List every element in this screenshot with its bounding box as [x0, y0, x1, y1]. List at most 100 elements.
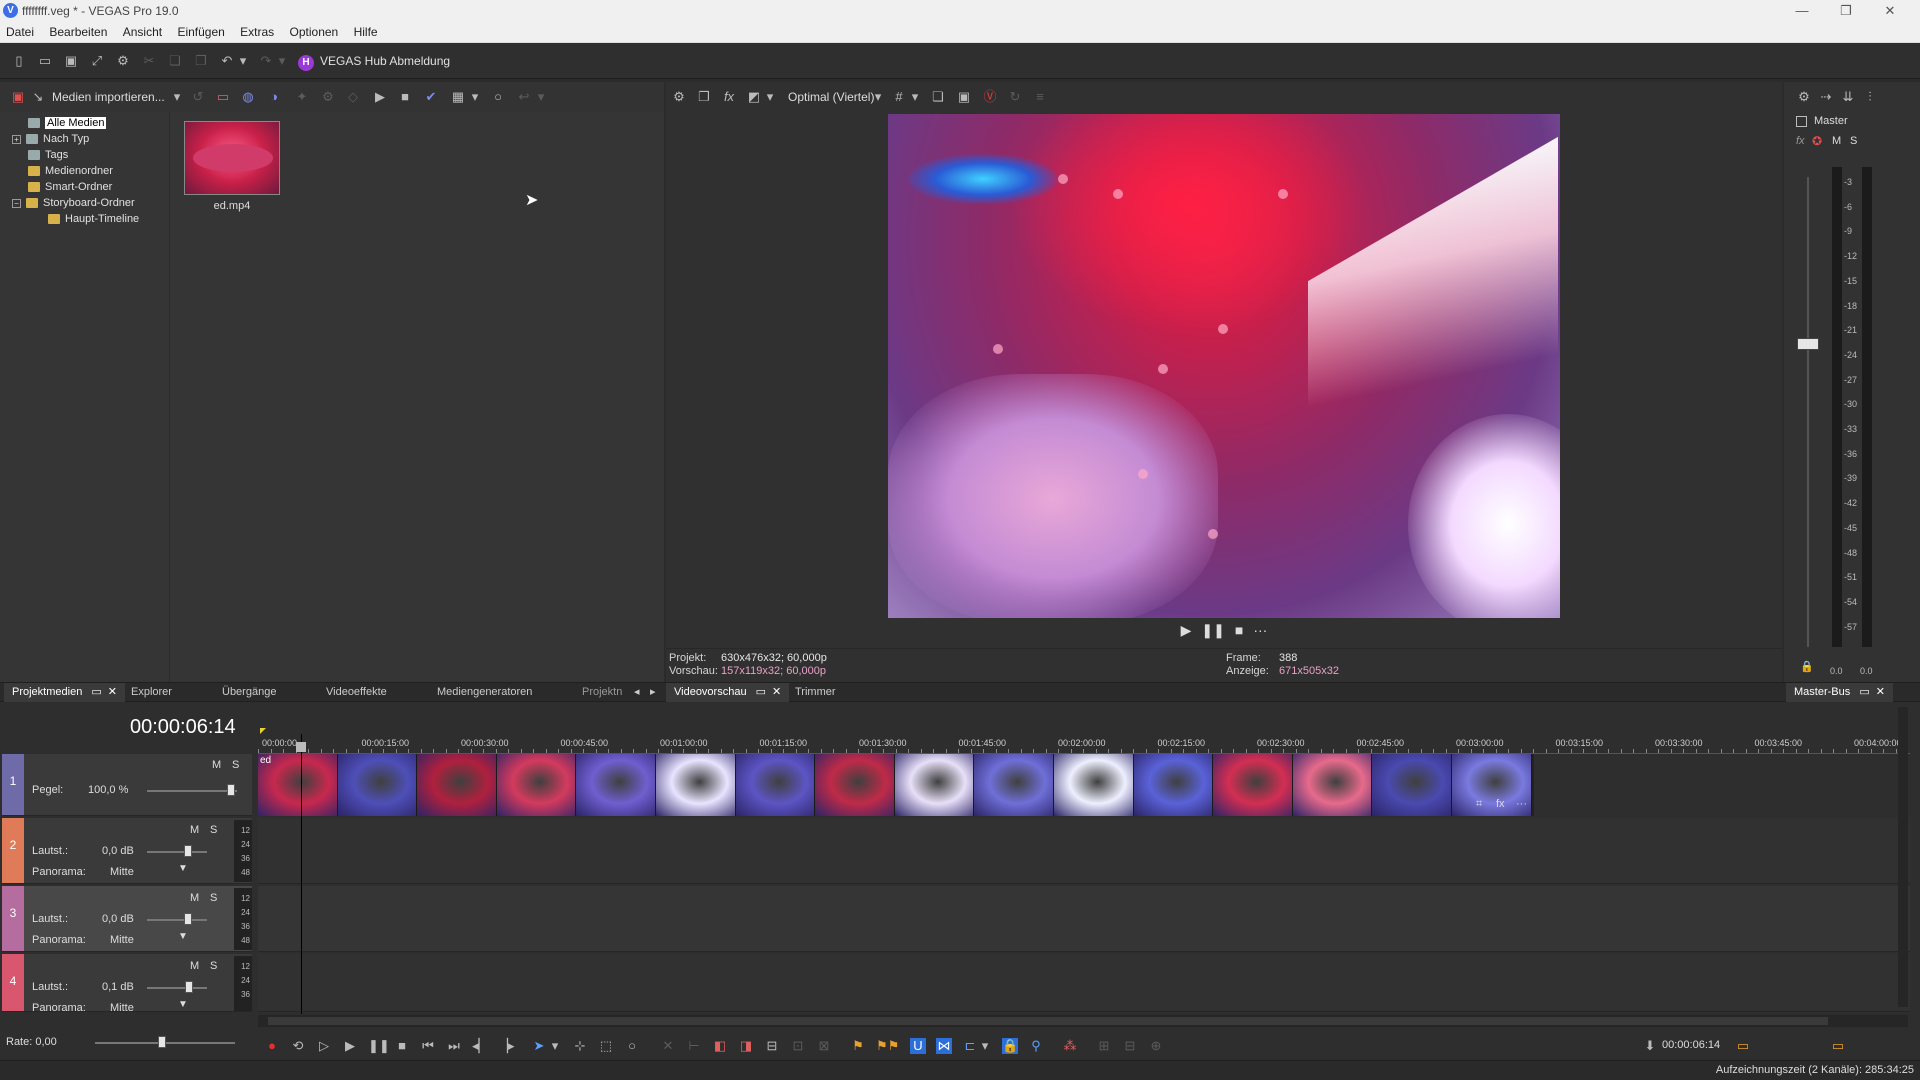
normal-edit-tool-icon[interactable]: ➤ [531, 1038, 547, 1054]
preview-more-icon[interactable]: ··· [1253, 622, 1267, 638]
new-file-icon[interactable]: ▯ [11, 53, 27, 69]
track-mute-button[interactable]: M [190, 892, 199, 904]
media-properties-icon[interactable]: ⚙ [320, 89, 336, 105]
track-header-video[interactable]: 1 M S Pegel: 100,0 % [2, 754, 252, 816]
overlays-dropdown-icon[interactable]: ▾ [910, 89, 920, 105]
preview-pause-icon[interactable]: ❚❚ [1201, 622, 1224, 639]
import-media-button[interactable]: Medien importieren... [52, 90, 165, 104]
go-to-end-icon[interactable]: ⏭ [446, 1038, 462, 1054]
tab-close-icon[interactable]: ✕ [108, 686, 117, 698]
tab-scroll-left-icon[interactable]: ◂ [634, 683, 640, 702]
trim-icon[interactable]: ⊢ [686, 1038, 702, 1054]
vertical-scrollbar[interactable] [1898, 707, 1908, 1007]
menu-einfuegen[interactable]: Einfügen [171, 22, 230, 39]
pan-slider-knob[interactable]: ▼ [178, 931, 188, 942]
tab-close-icon[interactable]: ✕ [772, 686, 781, 698]
save-snapshot-icon[interactable]: ▣ [956, 89, 972, 105]
ripple-dropdown-icon[interactable]: ▾ [980, 1038, 990, 1054]
track-solo-button[interactable]: S [210, 960, 217, 972]
tab-uebergaenge[interactable]: Übergänge [222, 683, 276, 702]
preview-settings-icon[interactable]: ⚙ [671, 89, 687, 105]
split-screen-icon[interactable]: ◩ [746, 89, 762, 105]
tab-mediengeneratoren[interactable]: Mediengeneratoren [437, 683, 532, 702]
video-fx-icon[interactable]: fx [721, 89, 737, 105]
media-plugin-icon[interactable]: ◑ [266, 89, 282, 105]
capture-icon[interactable]: ↺ [190, 89, 206, 105]
audio-track-lane-3[interactable] [258, 886, 1910, 952]
media-fx-icon[interactable]: ◍ [240, 89, 256, 105]
vegas-hub-button[interactable]: H VEGAS Hub Abmeldung [298, 53, 450, 71]
tree-item-medienordner[interactable]: Medienordner [28, 163, 113, 179]
master-insert-icon[interactable]: ⇢ [1818, 89, 1834, 105]
loop-playback-icon[interactable]: ⟲ [290, 1038, 306, 1054]
media-link-icon[interactable]: ✦ [294, 89, 310, 105]
split-dropdown-icon[interactable]: ▾ [765, 89, 775, 105]
tree-item-haupt-timeline[interactable]: Haupt-Timeline [48, 211, 139, 227]
auto-ripple-icon[interactable]: ⊏ [962, 1038, 978, 1054]
preview-play-icon[interactable]: ▶ [1181, 622, 1192, 639]
tree-item-nach-typ[interactable]: + Nach Typ [12, 131, 89, 147]
split-icon[interactable]: ⊟ [764, 1038, 780, 1054]
event-fx-icon[interactable]: fx [1496, 798, 1505, 810]
media-back-icon[interactable]: ↩ [516, 89, 532, 105]
play-icon[interactable]: ▶ [342, 1038, 358, 1054]
open-folder-icon[interactable]: ▭ [37, 53, 53, 69]
menu-optionen[interactable]: Optionen [284, 22, 345, 39]
master-mixer-icon[interactable]: ⫶ [1862, 89, 1878, 105]
lock-icon[interactable]: ⊠ [816, 1038, 832, 1054]
insert-marker-icon[interactable]: ⚑ [850, 1038, 866, 1054]
overlays-grid-icon[interactable]: # [891, 89, 907, 105]
track-header-audio-4[interactable]: 4 M S Lautst.: 0,1 dB Panorama: Mitte ▼ … [2, 954, 252, 1012]
audio-track-lane-2[interactable] [258, 818, 1910, 884]
tree-item-tags[interactable]: Tags [28, 147, 68, 163]
edit-tool-dropdown-icon[interactable]: ▾ [550, 1038, 560, 1054]
menu-ansicht[interactable]: Ansicht [117, 22, 168, 39]
tab-close-icon[interactable]: ✕ [1876, 686, 1885, 698]
audio-track-lane-4[interactable] [258, 954, 1910, 1012]
back-dropdown-icon[interactable]: ▾ [536, 89, 546, 105]
preview-extra-icon[interactable]: ≡ [1032, 89, 1048, 105]
media-thumbnail[interactable] [184, 121, 280, 195]
track-header-audio-2[interactable]: 2 M S Lautst.: 0,0 dB Panorama: Mitte ▼ … [2, 818, 252, 884]
track-solo-button[interactable]: S [232, 759, 239, 771]
master-downmix-icon[interactable]: ⇊ [1840, 89, 1856, 105]
track-solo-button[interactable]: S [210, 892, 217, 904]
paste-icon[interactable]: ❐ [193, 53, 209, 69]
media-auto-preview-icon[interactable]: ◇ [345, 89, 361, 105]
time-ruler[interactable]: 00:00:00 00:00:15:00 00:00:30:00 00:00:45:0… [258, 734, 1910, 754]
track-mute-button[interactable]: M [190, 960, 199, 972]
envelope-tool-icon[interactable]: ⊹ [572, 1038, 588, 1054]
media-import-icon[interactable]: ↘ [30, 89, 46, 105]
restore-icon[interactable]: ❐ [1826, 2, 1866, 20]
color-match-icon[interactable]: ⁂ [1062, 1038, 1078, 1054]
media-stop-icon[interactable]: ■ [397, 89, 413, 105]
preview-quality-select[interactable]: Optimal (Viertel) [788, 90, 874, 104]
volume-slider-knob[interactable] [184, 913, 192, 925]
track-mute-button[interactable]: M [190, 824, 199, 836]
quality-dropdown-icon[interactable]: ▾ [873, 89, 883, 105]
create-group-icon[interactable]: ⊞ [1096, 1038, 1112, 1054]
expand-icon[interactable]: + [12, 134, 21, 144]
master-solo-button[interactable]: S [1850, 135, 1857, 147]
master-checkbox[interactable] [1796, 116, 1807, 127]
record-icon[interactable]: ● [264, 1038, 280, 1054]
tab-undock-icon[interactable]: ▭ [1859, 686, 1869, 698]
render-icon[interactable]: ⤢ [89, 53, 105, 69]
track-solo-button[interactable]: S [210, 824, 217, 836]
ungroup-icon[interactable]: ⊟ [1122, 1038, 1138, 1054]
get-photo-icon[interactable]: ▭ [215, 89, 231, 105]
tab-explorer[interactable]: Explorer [131, 683, 172, 702]
cut-icon[interactable]: ✂ [141, 53, 157, 69]
timecode-display[interactable]: 00:00:06:14 [130, 716, 236, 739]
master-mute-button[interactable]: M [1832, 135, 1841, 147]
delete-icon[interactable]: ✕ [660, 1038, 676, 1054]
snapping-icon[interactable]: U [910, 1038, 926, 1054]
close-icon[interactable]: ✕ [1870, 2, 1910, 20]
menu-datei[interactable]: Datei [0, 22, 40, 39]
preview-refresh-icon[interactable]: ↻ [1007, 89, 1023, 105]
tree-item-smart-ordner[interactable]: Smart-Ordner [28, 179, 112, 195]
media-view-icon[interactable]: ▦ [450, 89, 466, 105]
volume-slider-knob[interactable] [184, 845, 192, 857]
track-mute-button[interactable]: M [212, 759, 221, 771]
master-fx-icon[interactable]: fx [1796, 135, 1805, 147]
